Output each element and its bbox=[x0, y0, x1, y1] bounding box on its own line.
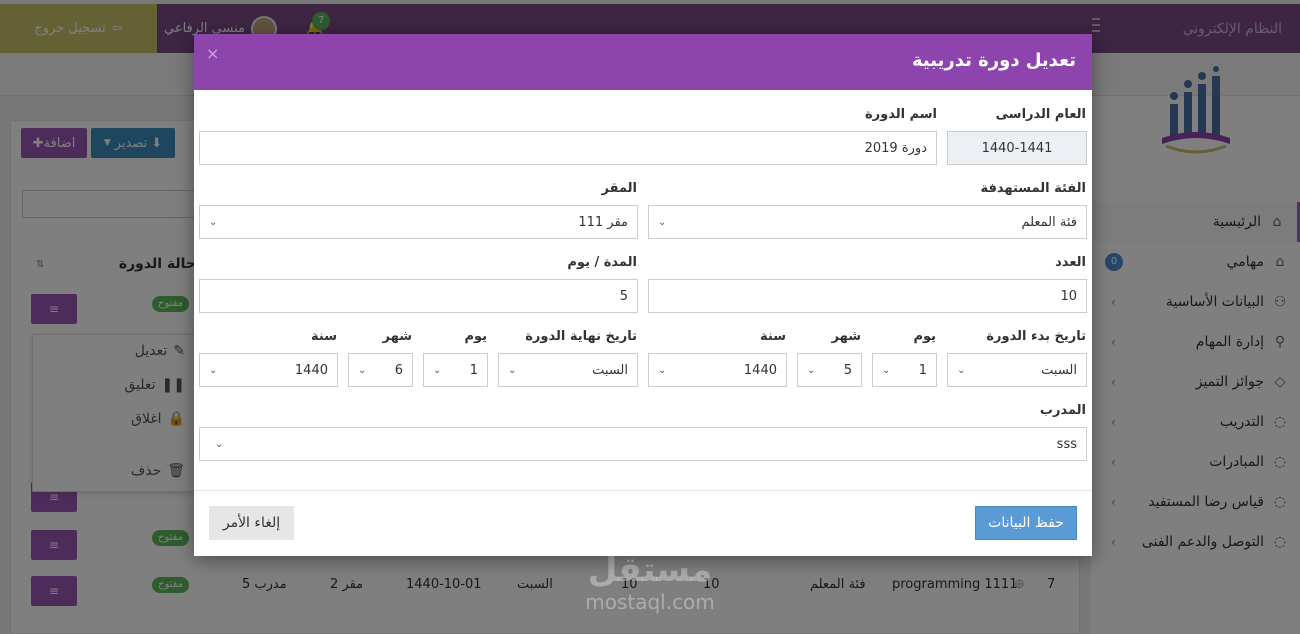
start-day-label: يوم bbox=[913, 329, 936, 344]
location-label: المقر bbox=[601, 181, 638, 196]
end-year-select[interactable]: ⌄ 1440 bbox=[199, 353, 338, 387]
category-select[interactable]: ⌄ فئة المعلم bbox=[648, 205, 1087, 239]
count-input[interactable]: 10 bbox=[648, 279, 1087, 313]
chevron-down-icon: ⌄ bbox=[658, 364, 667, 376]
start-year-label: سنة bbox=[760, 329, 786, 344]
chevron-down-icon: ⌄ bbox=[209, 364, 218, 376]
select-value: 1 bbox=[469, 362, 478, 378]
start-month-select[interactable]: ⌄ 5 bbox=[797, 353, 862, 387]
course-name-label: اسم الدورة bbox=[864, 107, 937, 122]
trainer-value: sss bbox=[1056, 436, 1077, 452]
year-label: العام الدراسى bbox=[995, 107, 1086, 122]
modal-title: تعديل دورة تدريبية bbox=[912, 50, 1076, 71]
select-value: السبت bbox=[1041, 362, 1077, 378]
chevron-down-icon: ⌄ bbox=[957, 364, 966, 376]
trainer-label: المدرب bbox=[1039, 403, 1086, 418]
chevron-down-icon: ⌄ bbox=[215, 438, 224, 450]
chevron-down-icon: ⌄ bbox=[807, 364, 816, 376]
start-day-select[interactable]: ⌄ 1 bbox=[872, 353, 937, 387]
duration-label: المدة / يوم bbox=[567, 255, 637, 270]
duration-input[interactable]: 5 bbox=[199, 279, 638, 313]
chevron-down-icon: ⌄ bbox=[658, 216, 667, 228]
category-value: فئة المعلم bbox=[1021, 214, 1077, 230]
watermark-arabic: مستقل bbox=[587, 550, 713, 590]
end-month-label: شهر bbox=[382, 329, 412, 344]
trainer-select[interactable]: ⌄ sss bbox=[199, 427, 1087, 461]
chevron-down-icon: ⌄ bbox=[433, 364, 442, 376]
end-year-label: سنة bbox=[311, 329, 337, 344]
end-day-label: يوم bbox=[464, 329, 487, 344]
select-value: 6 bbox=[394, 362, 403, 378]
close-icon[interactable]: × bbox=[206, 44, 219, 63]
edit-course-modal: تعديل دورة تدريبية × العام الدراسى 1440-… bbox=[194, 34, 1092, 556]
end-day-select[interactable]: ⌄ 1 bbox=[423, 353, 488, 387]
location-select[interactable]: ⌄ مقر 111 bbox=[199, 205, 638, 239]
end-dayname-select[interactable]: ⌄ السبت bbox=[498, 353, 638, 387]
course-name-input[interactable]: دورة 2019 bbox=[199, 131, 937, 165]
modal-header: تعديل دورة تدريبية × bbox=[194, 34, 1092, 90]
start-year-select[interactable]: ⌄ 1440 bbox=[648, 353, 787, 387]
chevron-down-icon: ⌄ bbox=[882, 364, 891, 376]
start-dayname-select[interactable]: ⌄ السبت bbox=[947, 353, 1087, 387]
select-value: 1440 bbox=[743, 362, 777, 378]
save-button[interactable]: حفظ البيانات bbox=[975, 506, 1077, 540]
chevron-down-icon: ⌄ bbox=[209, 216, 218, 228]
watermark: مستقل mostaql.com bbox=[570, 550, 730, 620]
location-value: مقر 111 bbox=[578, 214, 628, 230]
cancel-button[interactable]: إلغاء الأمر bbox=[209, 506, 294, 540]
select-value: 1440 bbox=[294, 362, 328, 378]
chevron-down-icon: ⌄ bbox=[508, 364, 517, 376]
watermark-english: mostaql.com bbox=[585, 590, 715, 614]
select-value: 5 bbox=[843, 362, 852, 378]
count-label: العدد bbox=[1055, 255, 1086, 270]
select-value: 1 bbox=[918, 362, 927, 378]
modal-footer bbox=[194, 490, 1092, 556]
start-date-label: تاريخ بدء الدورة bbox=[986, 329, 1086, 344]
start-month-label: شهر bbox=[831, 329, 861, 344]
end-month-select[interactable]: ⌄ 6 bbox=[348, 353, 413, 387]
chevron-down-icon: ⌄ bbox=[358, 364, 367, 376]
category-label: الفئة المستهدفة bbox=[980, 181, 1087, 196]
year-field: 1440-1441 bbox=[947, 131, 1087, 165]
end-date-label: تاريخ نهاية الدورة bbox=[525, 329, 637, 344]
select-value: السبت bbox=[592, 362, 628, 378]
